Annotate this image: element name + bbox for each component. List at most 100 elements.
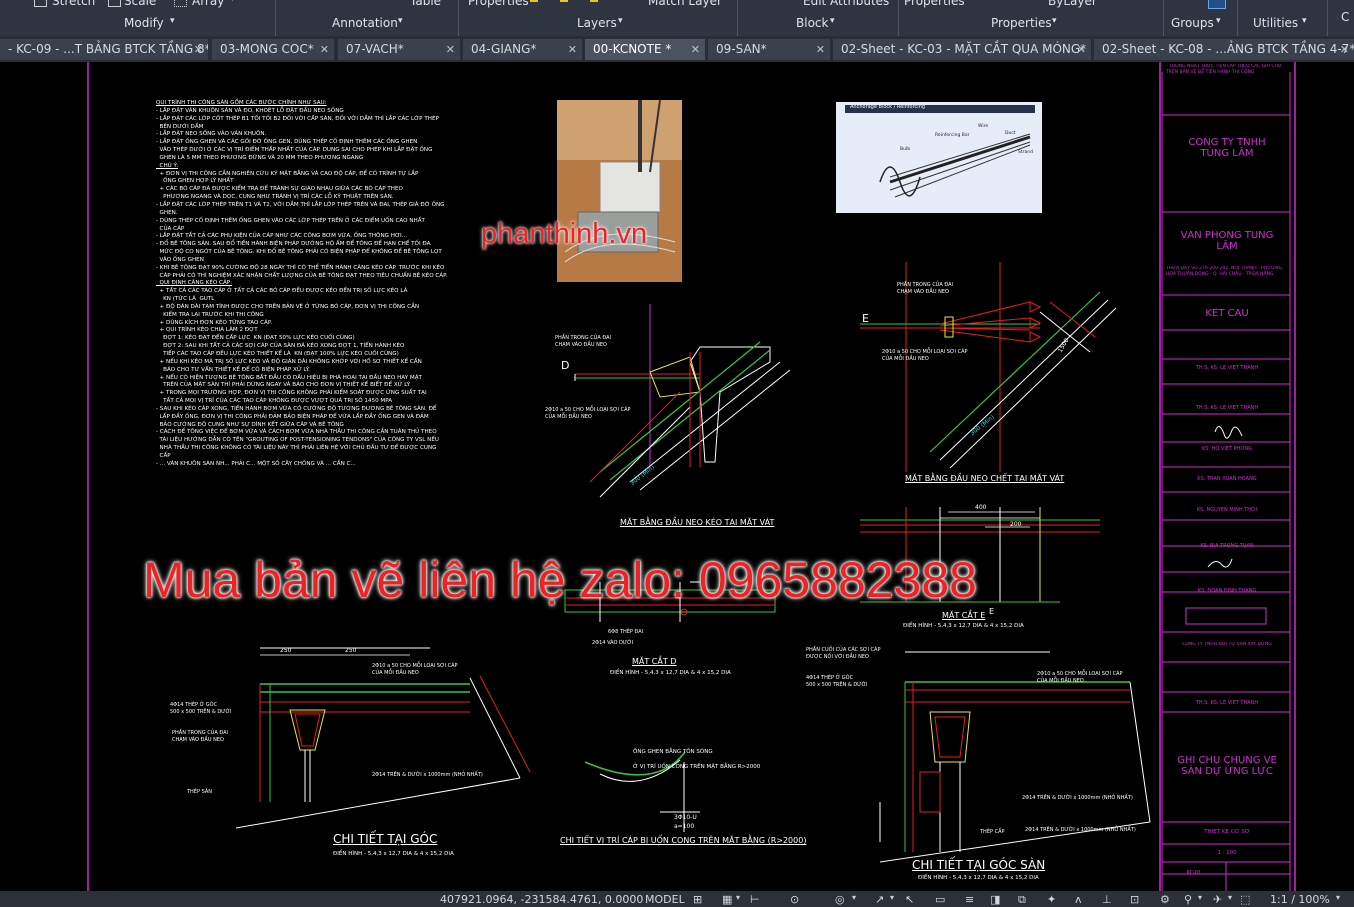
match-layer-button[interactable]: Match Layer [648,0,722,8]
close-icon[interactable]: ✕ [1340,39,1349,60]
coordinates-readout[interactable]: 407921.0964, -231584.4761, 0.0000 [440,893,643,906]
status-bar: 407921.0964, -231584.4761, 0.0000 MODEL … [0,891,1354,907]
label-tren-duoi: 2Φ14 TRÊN & DƯỚI x 1000mm (NHỎ NHẤT) [372,772,483,778]
isodraft-icon[interactable]: ↗ [875,893,884,906]
ribbon-divider [737,0,738,36]
grid-icon[interactable]: ⊞ [693,893,702,906]
array-dropdown-icon[interactable]: ▾ [230,0,235,4]
selection-cycling-icon[interactable]: ⧉ [1018,893,1026,907]
group-icon[interactable] [1208,0,1226,9]
osnap-icon[interactable]: ◎ [835,893,845,906]
tab-mong-coc[interactable]: 03-MONG COC* ✕ [212,39,334,60]
panel-block[interactable]: Block [796,16,828,30]
close-icon[interactable]: ✕ [320,39,329,60]
tab-kc09[interactable]: - KC-09 - ...T BẢNG BTCK TẦNG 8* ✕ [0,39,208,60]
osnap-dropdown-icon[interactable]: ▾ [852,893,856,902]
tab-label: 02-Sheet - KC-08 - ...ẢNG BTCK TẦNG 4-7* [1102,42,1354,56]
snap-dropdown-icon[interactable]: ▾ [736,893,740,902]
isodraft-dropdown-icon[interactable]: ▾ [890,893,894,902]
workspace-icon[interactable]: ⚙ [1160,893,1170,906]
ribbon-divider [458,0,459,36]
isolate-dropdown-icon[interactable]: ▾ [1198,893,1202,902]
table-button[interactable]: Table [410,0,441,8]
stretch-button[interactable]: Stretch [52,0,95,8]
panel-annotation[interactable]: Annotation [332,16,398,30]
layer-tools-icon[interactable] [530,0,538,2]
layer-tools-icon[interactable] [590,0,598,2]
note-line: + NẾU KHI KÉO MÀ TRỊ SỐ LỰC KÉO VÀ ĐỘ GI… [156,358,422,365]
note-line: - ĐỔ BÊ TÔNG SÀN. SAU ĐỔ TIẾN HÀNH BIỆN … [156,241,431,248]
panel-expand-icon[interactable]: ▾ [830,16,835,26]
ribbon: Stretch Scale Array ▾ Modify ▾ Table Ann… [0,0,1354,36]
close-icon[interactable]: ✕ [691,39,700,60]
panel-expand-icon[interactable]: ▾ [618,16,623,26]
tab-san[interactable]: 09-SAN* ✕ [708,39,830,60]
track-icon[interactable]: ↖ [905,893,914,906]
label-bon-phi: 500 x 500 TRÊN & DƯỚI [170,709,232,715]
dynamic-input-icon[interactable]: ▭ [935,893,945,906]
close-icon[interactable]: ✕ [1077,39,1086,60]
label-vi-tri-uon: Ở VỊ TRÍ UỐN CONG TRÊN MẶT BẰNG R>2000 [633,764,761,770]
model-button[interactable]: MODEL [645,893,685,906]
snap-icon[interactable]: ▦ [722,893,732,906]
hardware-icon[interactable]: ✈ [1213,893,1222,906]
clipboard-icon[interactable]: C [1341,10,1349,24]
layer-properties-button[interactable]: Properties [468,0,529,8]
panel-expand-icon[interactable]: ▾ [1052,16,1057,26]
drawing-canvas[interactable]: QUI TRÌNH THI CÔNG SÀN GỒM CÁC BƯỚC CHÍN… [0,62,1354,891]
tab-sheet-kc03[interactable]: 02-Sheet - KC-03 - MẶT CẮT QUA MÓNG* ✕ [833,39,1091,60]
units-icon[interactable]: ʌ [1075,893,1082,906]
panel-expand-icon[interactable]: ▾ [170,16,175,26]
close-icon[interactable]: ✕ [446,39,455,60]
note-line: - LẮP ĐẶT TẤT CẢ CÁC PHỤ KIỆN CỦA CÁP NH… [156,233,408,240]
note-line: GHEN. [156,209,178,216]
annotation-scale-icon[interactable]: ⊡ [1130,893,1139,906]
tab-label: 07-VACH* [346,42,404,56]
ribbon-divider [1163,0,1164,36]
cleanscreen-icon[interactable]: ⬚ [1240,893,1250,906]
panel-modify[interactable]: Modify [124,16,164,30]
label-dim-200: 200 [1010,521,1022,528]
close-icon[interactable]: ✕ [194,39,203,60]
title-block-role: KS. NGUYỄN MINH THỜI [1196,507,1258,513]
linetype-select[interactable]: ByLayer [1048,0,1097,8]
properties-button[interactable]: Properties [904,0,965,8]
tab-label: 00-KCNOTE * [593,42,672,56]
panel-layers[interactable]: Layers [577,16,617,30]
ucs-icon[interactable]: ⊥ [1102,893,1112,906]
tab-vach[interactable]: 07-VACH* ✕ [338,39,460,60]
annotation-icon[interactable]: ✦ [1047,893,1056,906]
label-sau-phi: 6Φ8 THÉP ĐAI [608,629,644,635]
transparency-icon[interactable]: ◨ [990,893,1000,906]
edit-attributes-button[interactable]: Edit Attributes [803,0,889,8]
close-icon[interactable]: ✕ [816,39,825,60]
array-icon [174,0,187,7]
edit-attributes-dropdown-icon[interactable]: ▾ [884,0,889,4]
panel-groups[interactable]: Groups [1171,16,1214,30]
panel-utilities[interactable]: Utilities [1253,16,1298,30]
label-a100: a=100 [674,823,695,830]
layer-tools-icon[interactable] [560,0,568,2]
tab-label: KC-09 - ...T BẢNG BTCK TẦNG 8* [16,42,208,56]
ortho-icon[interactable]: ⊢ [750,893,760,906]
isolate-icon[interactable]: ⚲ [1184,893,1192,906]
panel-expand-icon[interactable]: ▾ [1216,16,1221,26]
close-icon[interactable]: ✕ [568,39,577,60]
scale-button[interactable]: Scale [124,0,156,8]
tab-sheet-kc08[interactable]: 02-Sheet - KC-08 - ...ẢNG BTCK TẦNG 4-7*… [1094,39,1354,60]
lineweight-icon[interactable]: ≡ [965,893,974,906]
panel-expand-icon[interactable]: ▾ [1302,16,1307,26]
customize-icon[interactable]: ▾ [1336,893,1340,902]
label-dim-250: 250 [345,647,357,654]
label-phan-cuoi: PHẦN CUỐI CỦA CÁC SỢI CÁP [806,647,881,653]
array-button[interactable]: Array [192,0,224,8]
tab-giang[interactable]: 04-GIANG* ✕ [463,39,582,60]
panel-expand-icon[interactable]: ▾ [398,16,403,26]
hardware-dropdown-icon[interactable]: ▾ [1228,893,1232,902]
panel-properties[interactable]: Properties [991,16,1052,30]
annotation-scale-button[interactable]: 1:1 / 100% [1270,893,1330,906]
polar-icon[interactable]: ⊙ [790,893,799,906]
tab-kcnote[interactable]: 00-KCNOTE * ✕ [585,39,705,60]
label-thep-cap: THÉP CẤP [980,829,1005,835]
signature-image [1207,558,1233,568]
